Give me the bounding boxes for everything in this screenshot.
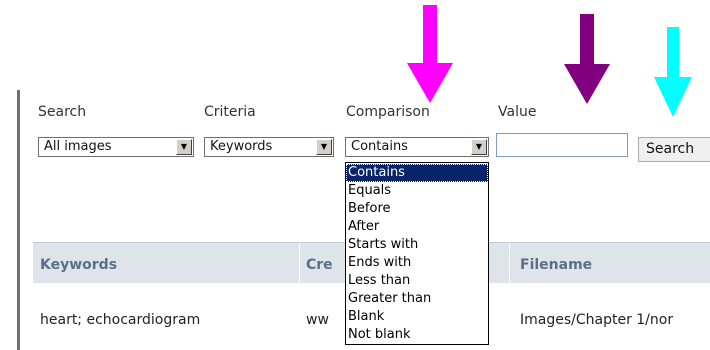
column-header-keywords[interactable]: Keywords (40, 257, 117, 273)
dropdown-option-after[interactable]: After (346, 218, 488, 236)
column-divider (299, 243, 300, 283)
table-cell-filename: Images/Chapter 1/nor (520, 312, 674, 328)
dropdown-option-greater-than[interactable]: Greater than (346, 290, 488, 308)
dropdown-option-blank[interactable]: Blank (346, 308, 488, 326)
dropdown-option-before[interactable]: Before (346, 200, 488, 218)
table-cell-keywords: heart; echocardiogram (40, 312, 201, 328)
value-label: Value (498, 104, 537, 120)
criteria-select[interactable]: Keywords ▼ (204, 137, 334, 157)
magenta-arrow-icon (407, 5, 453, 103)
value-input[interactable] (496, 133, 628, 157)
column-divider (509, 243, 510, 283)
column-header-filename[interactable]: Filename (520, 257, 592, 273)
chevron-down-icon[interactable]: ▼ (471, 139, 487, 155)
dropdown-option-not-blank[interactable]: Not blank (346, 326, 488, 344)
dropdown-option-ends-with[interactable]: Ends with (346, 254, 488, 272)
dropdown-option-less-than[interactable]: Less than (346, 272, 488, 290)
purple-arrow-icon (564, 14, 610, 104)
chevron-down-icon[interactable]: ▼ (316, 139, 332, 155)
table-cell-created: ww (306, 312, 329, 328)
chevron-down-icon[interactable]: ▼ (176, 139, 192, 155)
criteria-label: Criteria (204, 104, 256, 120)
dropdown-option-equals[interactable]: Equals (346, 182, 488, 200)
cyan-arrow-icon (654, 27, 692, 117)
comparison-select[interactable]: Contains ▼ (345, 137, 489, 157)
column-header-created[interactable]: Cre (306, 257, 333, 273)
dropdown-option-contains[interactable]: Contains (346, 164, 488, 182)
criteria-select-value: Keywords (210, 139, 273, 154)
search-label: Search (38, 104, 87, 120)
left-border (17, 90, 20, 350)
comparison-select-value: Contains (351, 139, 408, 154)
dropdown-option-starts-with[interactable]: Starts with (346, 236, 488, 254)
search-button[interactable]: Search (638, 137, 710, 162)
search-select[interactable]: All images ▼ (38, 137, 194, 157)
comparison-dropdown-list[interactable]: Contains Equals Before After Starts with… (345, 162, 489, 345)
comparison-label: Comparison (346, 104, 430, 120)
search-select-value: All images (44, 139, 112, 154)
